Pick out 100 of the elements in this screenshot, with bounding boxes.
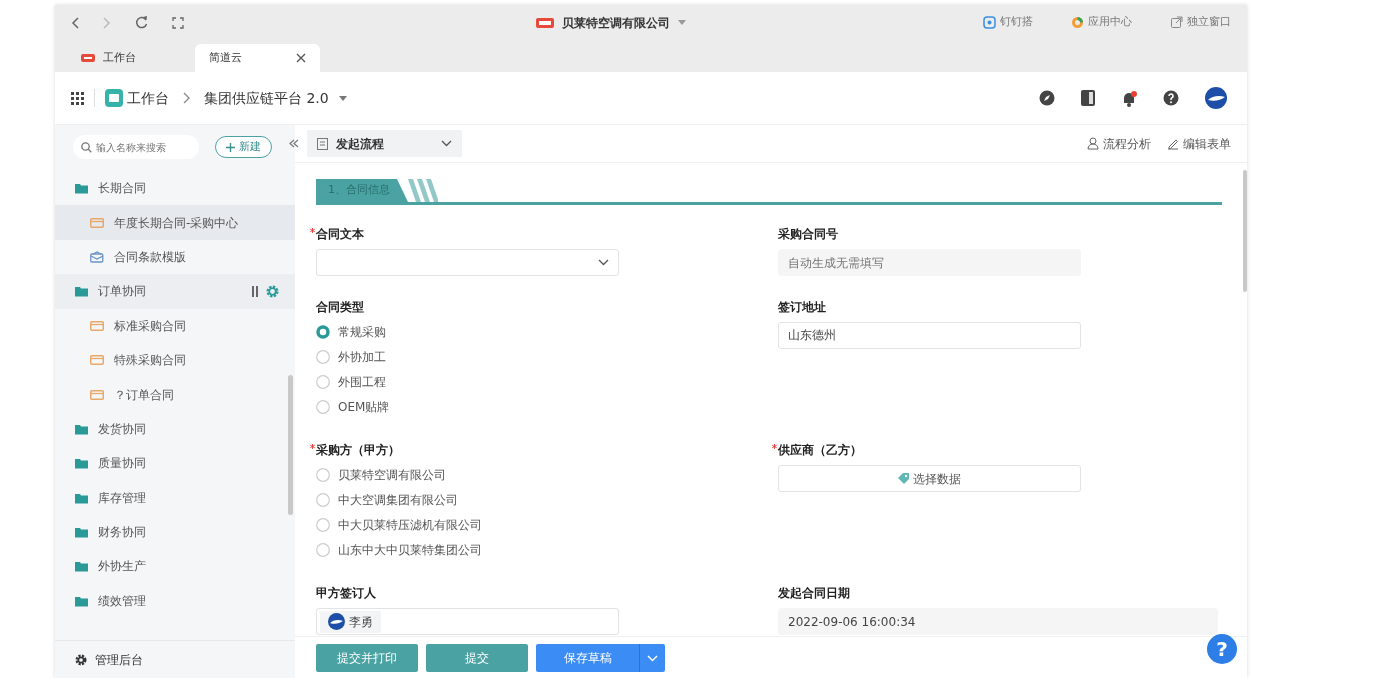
person-icon [1087,137,1099,150]
radio-icon[interactable] [316,467,330,482]
chevron-down-icon [441,140,452,147]
sidebar-item[interactable]: 发货协同 [55,411,295,447]
form-icon [90,388,104,401]
avatar-icon[interactable] [1205,87,1227,109]
radio-option[interactable]: 中大空调集团有限公司 [316,487,778,512]
radio-icon[interactable] [316,399,330,414]
apps-grid-icon[interactable] [71,91,84,105]
search-icon [81,141,92,153]
tag-icon [898,473,909,484]
radio-icon[interactable] [316,492,330,507]
stripes-icon [408,179,438,205]
sidebar-item[interactable]: 绩效管理 [55,583,295,619]
sidebar-item[interactable]: 长期合同 [55,171,295,206]
plus-icon [226,142,235,152]
sidebar-item[interactable]: 标准采购合同 [55,308,295,343]
breadcrumb-link[interactable]: 集团供应链平台 2.0 [204,87,329,109]
dropdown-toggle[interactable] [639,643,665,672]
chevron-right-icon [183,92,190,104]
company-name[interactable]: 贝莱特空调有限公司 [562,13,670,32]
sidebar-item[interactable]: 特殊采购合同 [55,342,295,378]
external-window-icon [1170,16,1183,29]
folder-icon [75,491,88,504]
folder-icon [75,285,88,298]
toolbar-link[interactable]: 流程分析 [1087,134,1151,153]
drag-handle-icon[interactable] [252,285,258,297]
text-field[interactable]: 山东德州 [778,322,1081,349]
avatar-icon [328,613,345,630]
field-label: 采购方（甲方） [316,442,400,459]
text-field: 2022-09-06 16:00:34 [778,608,1218,635]
app-icon [105,89,123,107]
radio-option[interactable]: 外协加工 [316,344,778,369]
sidebar-item[interactable]: 外协生产 [55,549,295,584]
refresh-icon[interactable] [135,16,148,29]
logo-icon [81,54,95,62]
toolbar-link[interactable]: 编辑表单 [1167,134,1231,153]
folder-icon [75,526,88,539]
radio-option[interactable]: 外围工程 [316,369,778,394]
dingtalk-icon [983,16,996,29]
ring-icon [1071,16,1084,29]
form-icon [90,354,104,367]
sidebar-item[interactable]: 合同条款模版 [55,239,295,275]
folder-icon [75,422,88,435]
user-field[interactable]: 李勇 [316,608,619,635]
settings-icon[interactable] [266,284,279,298]
document-icon [317,137,328,150]
caret-icon[interactable] [678,20,686,25]
field-label: 供应商（乙方） [778,442,862,459]
user-tag[interactable]: 李勇 [320,610,381,633]
caret-icon[interactable] [338,95,347,101]
fullscreen-icon[interactable] [172,16,184,29]
browser-tab[interactable]: 工作台 [67,44,195,72]
bell-icon[interactable] [1121,89,1137,107]
field-label: 发起合同日期 [778,585,850,602]
radio-option[interactable]: 常规采购 [316,319,778,344]
sidebar-item[interactable]: 库存管理 [55,480,295,515]
top-link[interactable]: 独立窗口 [1170,14,1231,31]
radio-option[interactable]: 中大贝莱特压滤机有限公司 [316,512,778,537]
search-field[interactable]: 输入名称来搜索 [73,135,199,159]
radio-icon[interactable] [316,374,330,389]
browser-tab[interactable]: 简道云 [195,44,320,72]
field-label: 签订地址 [778,299,826,316]
sidebar-item[interactable]: 质量协同 [55,446,295,481]
radio-option[interactable]: 山东中大中贝莱特集团公司 [316,537,778,562]
new-button[interactable]: 新建 [215,136,272,158]
radio-icon[interactable] [316,349,330,364]
pencil-icon [1167,137,1179,150]
breadcrumb-link[interactable]: 工作台 [105,87,169,109]
radio-option[interactable]: 贝莱特空调有限公司 [316,462,778,487]
collapse-icon[interactable] [289,139,299,148]
scrollbar[interactable] [1243,170,1247,292]
field-label: 甲方签订人 [316,585,376,602]
sidebar-item[interactable]: 财务协同 [55,514,295,550]
form-icon [90,319,104,332]
top-link[interactable]: 应用中心 [1071,14,1132,31]
text-field: 自动生成无需填写 [778,249,1081,276]
radio-icon[interactable] [316,542,330,557]
radio-icon[interactable] [316,324,330,339]
sidebar-item[interactable]: ？订单合同 [55,377,295,412]
chevron-down-icon [598,259,609,266]
select-data-button[interactable]: 选择数据 [778,465,1081,492]
close-icon[interactable] [296,53,306,63]
top-link[interactable]: 钉钉搭 [983,14,1033,31]
field-label: 合同文本 [316,226,364,243]
field-label: 合同类型 [316,299,364,316]
sidebar-item[interactable]: 年度长期合同-采购中心 [55,205,295,240]
form-icon [90,216,104,229]
back-icon[interactable] [71,16,79,29]
radio-option[interactable]: OEM贴牌 [316,394,778,419]
sidebar-item[interactable]: 订单协同 [55,274,295,309]
scrollbar[interactable] [288,375,293,515]
select-field[interactable] [316,249,619,276]
compass-icon[interactable] [1039,90,1055,106]
folder-icon [75,182,88,195]
radio-icon[interactable] [316,517,330,532]
process-dropdown[interactable]: 发起流程 [307,130,462,157]
help-icon[interactable] [1163,90,1179,106]
book-icon[interactable] [1081,90,1095,106]
folder-icon [75,457,88,470]
